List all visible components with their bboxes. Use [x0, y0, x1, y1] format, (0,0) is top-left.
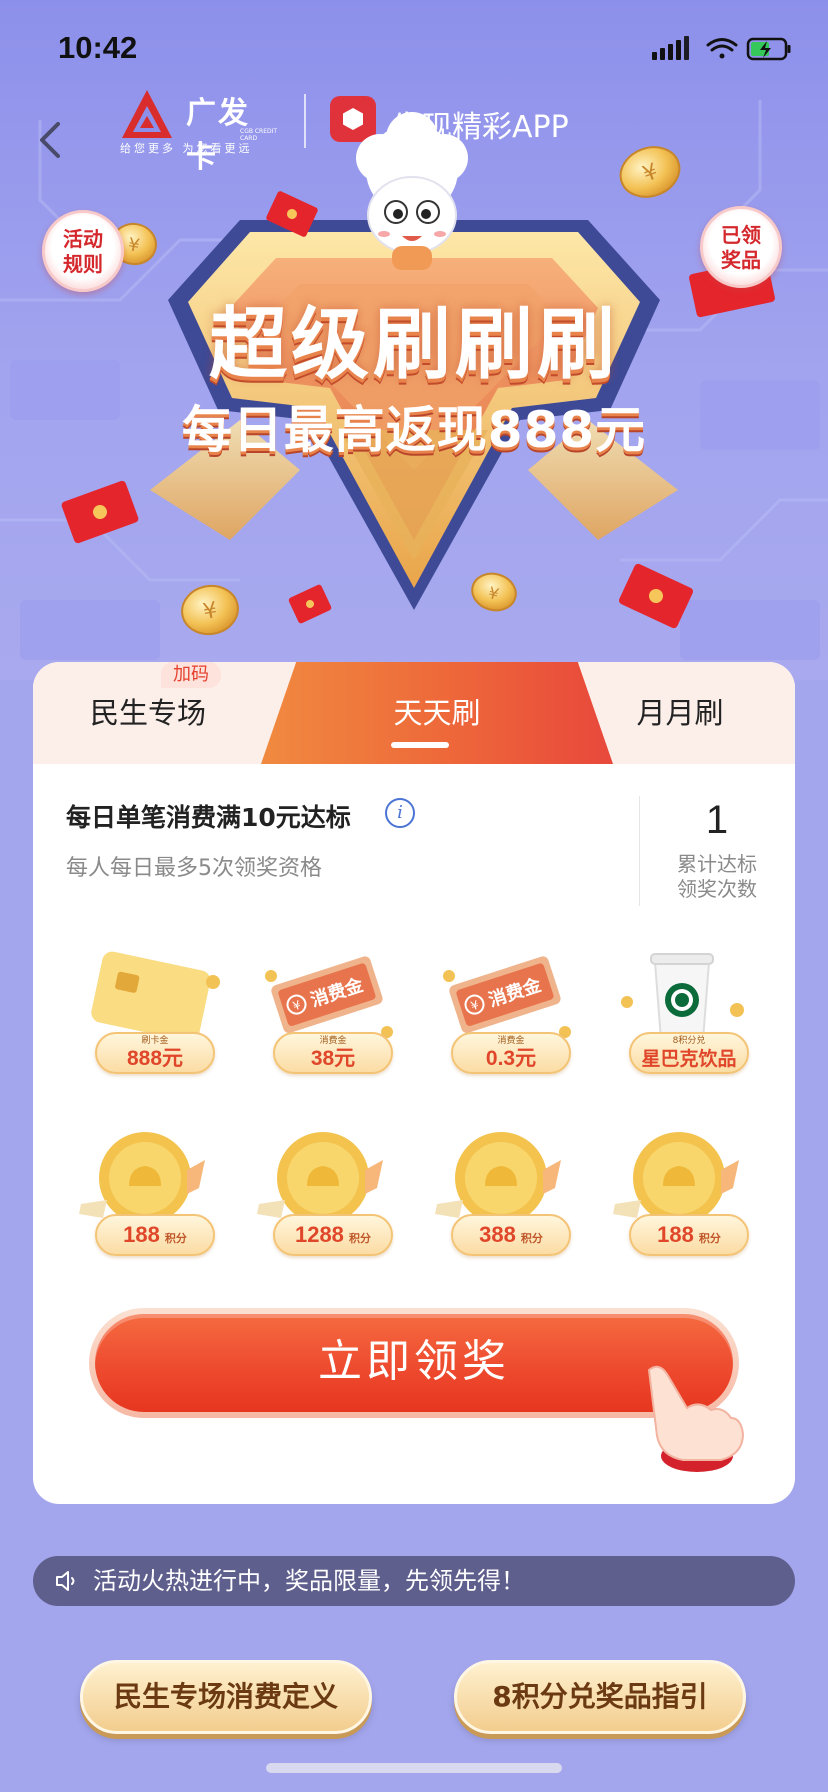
- home-indicator: [266, 1763, 562, 1773]
- activity-panel: 民生专场 加码 天天刷 月月刷 每日单笔消费满10元达标 i 每人每日最多5次领…: [33, 662, 795, 1504]
- prize-pill: 388 积分: [451, 1214, 571, 1256]
- tab-minsheng-badge: 加码: [161, 662, 221, 688]
- prize-unit: 积分: [698, 1232, 721, 1245]
- prize-points-188b: 188 积分: [607, 1122, 757, 1272]
- prize-points-1288: 1288 积分: [251, 1122, 401, 1272]
- prize-value: 188: [657, 1222, 694, 1247]
- task-title: 每日单笔消费满10元达标: [66, 803, 351, 832]
- tab-daily[interactable]: 天天刷: [261, 662, 613, 764]
- prize-value: 188: [123, 1222, 160, 1247]
- info-icon[interactable]: i: [385, 798, 415, 828]
- tab-daily-label: 天天刷: [393, 696, 481, 730]
- tab-monthly-label: 月月刷: [636, 696, 724, 730]
- minsheng-definition-button[interactable]: 民生专场消费定义: [80, 1660, 372, 1734]
- prize-pill: 188 积分: [629, 1214, 749, 1256]
- pointing-hand-icon: [647, 1365, 745, 1472]
- prize-value: 38元: [310, 1047, 356, 1070]
- prize-unit: 积分: [349, 1232, 372, 1245]
- qualified-count-label: 累计达标 领奖次数: [639, 852, 795, 902]
- prize-type: 消费金: [497, 1036, 525, 1046]
- claimed-prizes-button[interactable]: 已领 奖品: [700, 206, 782, 288]
- prize-voucher-38: ¥ 消费金 消费金 38元: [251, 940, 401, 1090]
- prize-value: 888元: [126, 1047, 184, 1070]
- prize-value: 388: [479, 1222, 516, 1247]
- prize-voucher-03: ¥ 消费金 消费金 0.3元: [429, 940, 579, 1090]
- tab-minsheng-label: 民生专场: [89, 696, 206, 730]
- qualified-count-label-2: 领奖次数: [677, 877, 757, 901]
- activity-rules-label-1: 活动: [63, 227, 103, 251]
- prize-value: 星巴克饮品: [641, 1048, 737, 1070]
- claimed-prizes-label-1: 已领: [721, 223, 761, 247]
- prize-pill: 消费金 38元: [273, 1032, 393, 1074]
- notice-text: 活动火热进行中，奖品限量，先领先得！: [93, 1567, 525, 1595]
- claimed-prizes-label-2: 奖品: [721, 248, 761, 272]
- activity-rules-button[interactable]: 活动 规则: [42, 210, 124, 292]
- banner-title: 超级刷刷刷: [208, 300, 619, 390]
- prize-value: 1288: [294, 1222, 344, 1247]
- prize-card-cash: 刷卡金 888元: [73, 940, 223, 1090]
- prize-points-188: 188 积分: [73, 1122, 223, 1272]
- prize-value: 0.3元: [485, 1047, 537, 1070]
- qualified-count: 1: [705, 798, 729, 842]
- points-redeem-guide-button[interactable]: 8积分兑奖品指引: [454, 1660, 746, 1734]
- prize-pill: 1288 积分: [273, 1214, 393, 1256]
- tab-bar: 民生专场 加码 天天刷 月月刷: [33, 662, 795, 764]
- banner-subtitle: 每日最高返现888元: [181, 401, 647, 459]
- tab-monthly[interactable]: 月月刷: [565, 662, 795, 764]
- notice-bar: 活动火热进行中，奖品限量，先领先得！: [33, 1556, 795, 1606]
- task-subtitle: 每人每日最多5次领奖资格: [66, 856, 322, 881]
- prize-unit: 积分: [164, 1232, 187, 1245]
- prize-type: 刷卡金: [141, 1036, 169, 1046]
- activity-rules-label-2: 规则: [63, 252, 103, 276]
- prize-type: 消费金: [319, 1036, 347, 1046]
- prize-pill: 消费金 0.3元: [451, 1032, 571, 1074]
- prize-starbucks: 8积分兑 星巴克饮品: [607, 940, 757, 1090]
- speaker-icon: [56, 1571, 75, 1591]
- prize-pill: 188 积分: [95, 1214, 215, 1256]
- active-tab-indicator: [391, 742, 449, 748]
- prize-pill: 8积分兑 星巴克饮品: [629, 1032, 749, 1074]
- prize-unit: 积分: [520, 1232, 543, 1245]
- prize-pill: 刷卡金 888元: [95, 1032, 215, 1074]
- tab-minsheng[interactable]: 民生专场: [33, 662, 263, 764]
- prize-points-388: 388 积分: [429, 1122, 579, 1272]
- qualified-count-label-1: 累计达标: [677, 852, 757, 876]
- hero-banner: 10:42 广发卡 CGB CREDIT CARD 给您更多 为您看更远 发现精…: [0, 0, 828, 680]
- prize-type: 8积分兑: [672, 1036, 706, 1046]
